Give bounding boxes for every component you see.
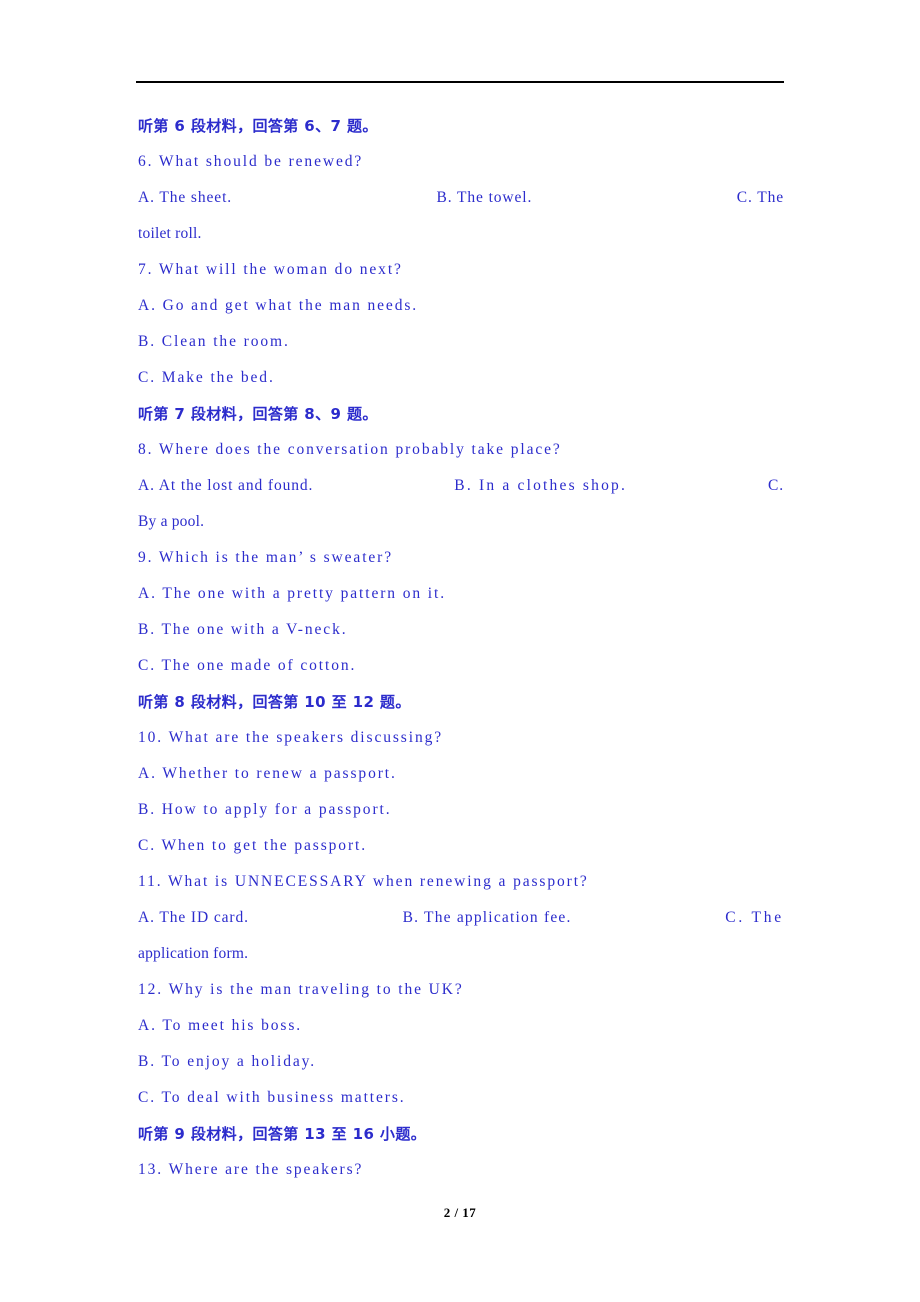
choice-line: C. To deal with business matters. <box>138 1089 406 1106</box>
document-page: 听第 6 段材料，回答第 6、7 题。 6. What should be ren… <box>0 0 920 1302</box>
choice-line: C. When to get the passport. <box>138 837 367 854</box>
choice-option-b: B. The application fee. <box>402 909 572 926</box>
question-line: 9. Which is the man’ s sweater? <box>138 549 394 566</box>
choice-gap <box>249 900 403 936</box>
choice-line: B. Clean the room. <box>138 333 290 350</box>
choice-line: C. The one made of cotton. <box>138 657 357 674</box>
header-rule <box>136 81 784 83</box>
choice-line: B. The one with a V-neck. <box>138 621 348 638</box>
section-heading: 听第 6 段材料，回答第 6、7 题。 <box>138 117 378 135</box>
choice-continuation-line: toilet roll. <box>138 225 202 242</box>
choice-gap <box>627 468 768 504</box>
question-line: 13. Where are the speakers? <box>138 1161 364 1178</box>
choice-option-c: C. The <box>725 909 784 926</box>
choice-continuation-line: application form. <box>138 945 249 962</box>
question-line: 12. Why is the man traveling to the UK? <box>138 981 464 998</box>
question-line: 8. Where does the conversation probably … <box>138 441 562 458</box>
choice-option-b: B. In a clothes shop. <box>454 477 628 494</box>
choice-line: A. The one with a pretty pattern on it. <box>138 585 446 602</box>
choice-line: A. Go and get what the man needs. <box>138 297 419 314</box>
section-heading: 听第 9 段材料，回答第 13 至 16 小题。 <box>138 1125 427 1143</box>
choice-option-b: B. The towel. <box>436 189 533 206</box>
choice-gap <box>232 180 436 216</box>
choice-option-c: C. <box>767 477 784 494</box>
question-line: 10. What are the speakers discussing? <box>138 729 444 746</box>
section-heading: 听第 7 段材料，回答第 8、9 题。 <box>138 405 378 423</box>
choice-line: A. To meet his boss. <box>138 1017 303 1034</box>
choice-gap <box>313 468 454 504</box>
choice-row: A. At the lost and found. B. In a clothes… <box>138 468 784 504</box>
section-heading: 听第 8 段材料，回答第 10 至 12 题。 <box>138 693 411 711</box>
choice-continuation-line: By a pool. <box>138 513 205 530</box>
choice-option-a: A. At the lost and found. <box>138 477 314 494</box>
choice-row: A. The ID card. B. The application fee. C.… <box>138 900 784 936</box>
question-line: 11. What is UNNECESSARY when renewing a … <box>138 873 589 890</box>
choice-option-c: C. The <box>736 189 785 206</box>
choice-line: B. How to apply for a passport. <box>138 801 392 818</box>
choice-option-a: A. The ID card. <box>138 909 249 926</box>
choice-line: B. To enjoy a holiday. <box>138 1053 317 1070</box>
choice-line: A. Whether to renew a passport. <box>138 765 397 782</box>
exam-question-list: 听第 6 段材料，回答第 6、7 题。 6. What should be ren… <box>138 108 784 1188</box>
choice-line: C. Make the bed. <box>138 369 275 386</box>
question-line: 6. What should be renewed? <box>138 153 364 170</box>
choice-gap <box>532 180 736 216</box>
choice-option-a: A. The sheet. <box>138 189 233 206</box>
choice-row: A. The sheet. B. The towel. C. The <box>138 180 784 216</box>
choice-gap <box>572 900 726 936</box>
page-number-footer: 2 / 17 <box>443 1205 477 1220</box>
question-line: 7. What will the woman do next? <box>138 261 403 278</box>
